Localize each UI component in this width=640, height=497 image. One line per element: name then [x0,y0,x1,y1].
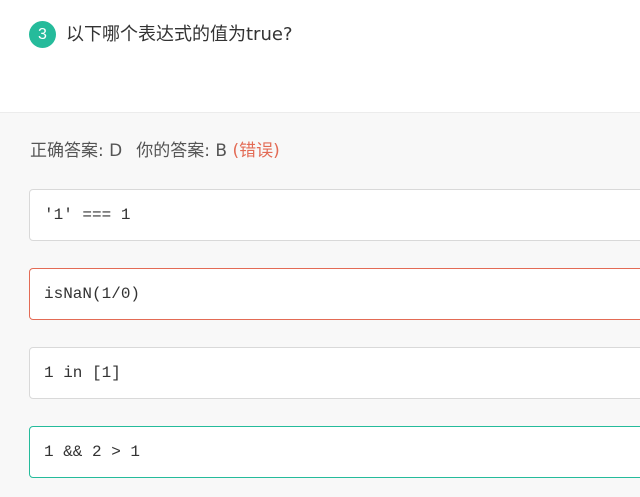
question-number-badge: 3 [29,21,56,48]
option-d-code: 1 && 2 > 1 [44,443,141,461]
question-title: 以下哪个表达式的值为true? [66,24,293,45]
option-b[interactable]: isNaN(1/0) [29,268,640,320]
wrong-status-label: (错误) [232,141,280,161]
correct-answer-label: 正确答案: D [30,141,123,161]
option-a[interactable]: '1' === 1 [29,189,640,241]
option-c[interactable]: 1 in [1] [29,347,640,399]
option-d[interactable]: 1 && 2 > 1 [29,426,640,478]
option-b-code: isNaN(1/0) [44,285,141,303]
option-c-code: 1 in [1] [44,364,121,382]
answer-result: 正确答案: D 你的答案: B (错误) [30,139,280,163]
question-header: 3 以下哪个表达式的值为true? [0,0,640,113]
your-answer-label: 你的答案: B [136,141,228,161]
option-a-code: '1' === 1 [44,206,131,224]
